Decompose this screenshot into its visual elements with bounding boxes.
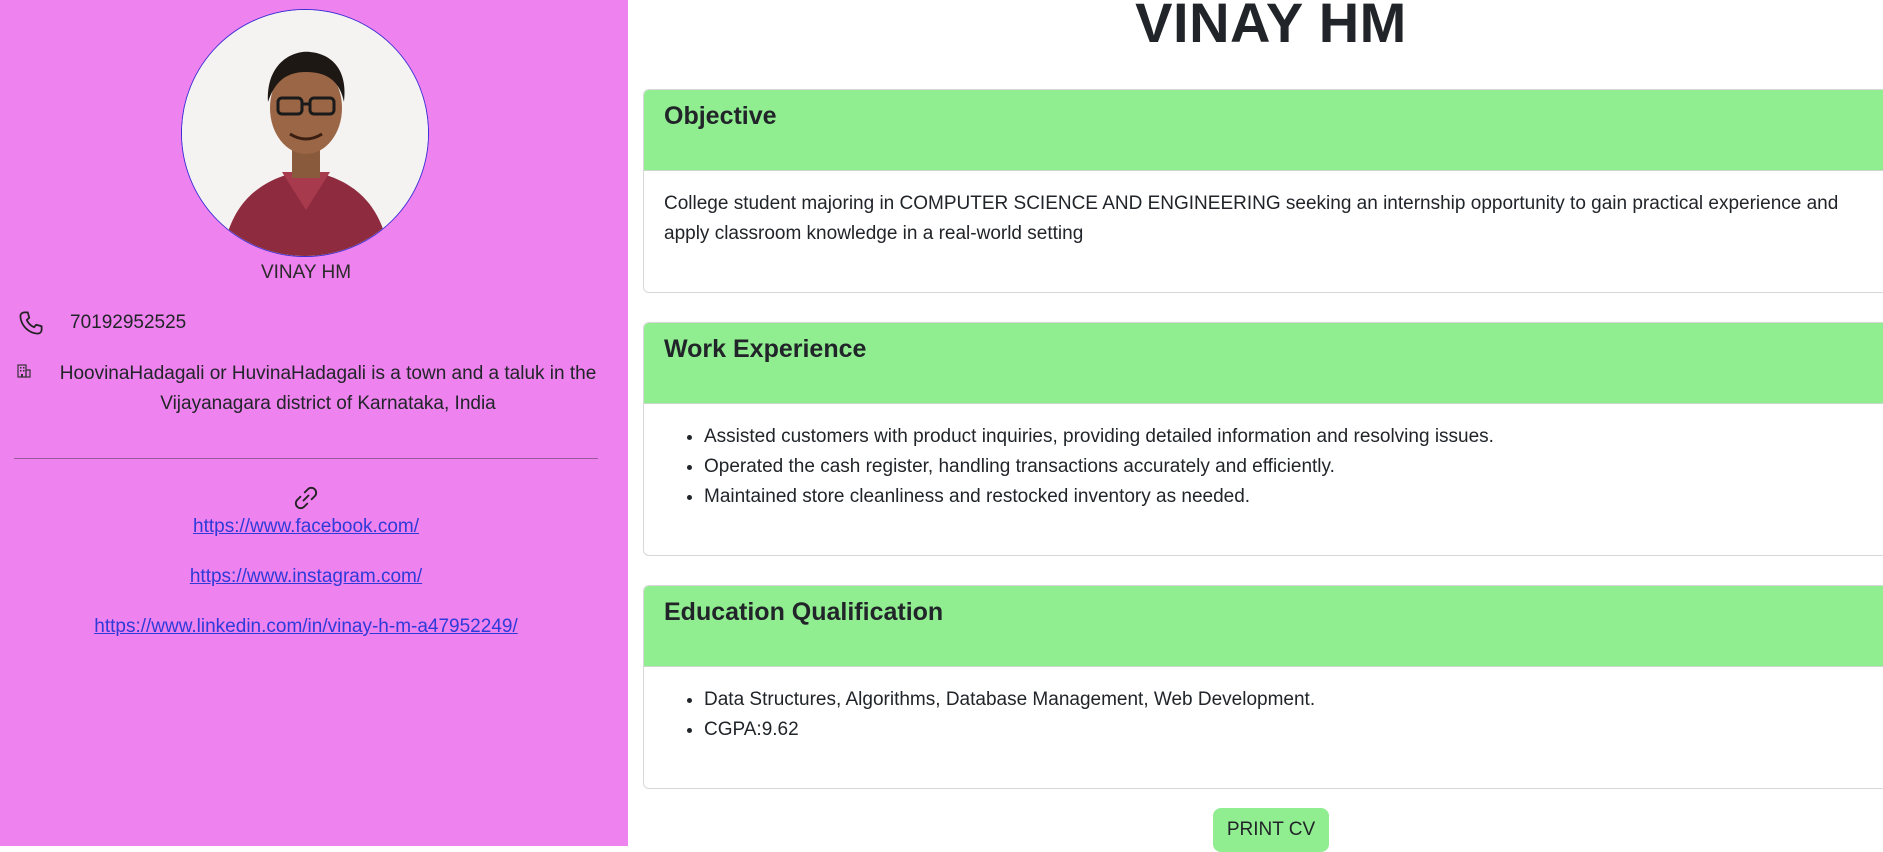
address-row: HoovinaHadagali or HuvinaHadagali is a t…: [0, 359, 612, 423]
list-item: Maintained store cleanliness and restock…: [704, 482, 1882, 512]
address-text: HoovinaHadagali or HuvinaHadagali is a t…: [59, 363, 597, 414]
profile-photo: [181, 9, 429, 257]
phone-icon: [16, 308, 46, 343]
link-icon: [291, 483, 321, 518]
education-body: Data Structures, Algorithms, Database Ma…: [644, 667, 1883, 763]
work-experience-card: Work Experience Assisted customers with …: [643, 322, 1883, 556]
building-icon: [16, 363, 32, 382]
objective-heading: Objective: [644, 90, 1883, 171]
page-title: VINAY HM: [1135, 0, 1407, 54]
facebook-link[interactable]: https://www.facebook.com/: [0, 516, 612, 538]
objective-text: College student majoring in COMPUTER SCI…: [664, 193, 1839, 244]
sidebar-name: VINAY HM: [260, 262, 352, 283]
work-experience-heading: Work Experience: [644, 323, 1883, 404]
instagram-link[interactable]: https://www.instagram.com/: [0, 566, 612, 588]
sidebar-divider: [14, 458, 598, 459]
list-item: Assisted customers with product inquirie…: [704, 422, 1882, 452]
education-heading: Education Qualification: [644, 586, 1883, 667]
objective-card: Objective College student majoring in CO…: [643, 89, 1883, 293]
education-list: Data Structures, Algorithms, Database Ma…: [664, 685, 1882, 745]
work-experience-body: Assisted customers with product inquirie…: [644, 404, 1883, 530]
list-item: Data Structures, Algorithms, Database Ma…: [704, 685, 1882, 715]
list-item: Operated the cash register, handling tra…: [704, 452, 1882, 482]
print-cv-button[interactable]: PRINT CV: [1213, 808, 1329, 852]
list-item: CGPA:9.62: [704, 715, 1882, 745]
work-experience-list: Assisted customers with product inquirie…: [664, 422, 1882, 512]
education-card: Education Qualification Data Structures,…: [643, 585, 1883, 789]
sidebar: VINAY HM 70192952525 HoovinaHadagali or …: [0, 0, 628, 846]
phone-number: 70192952525: [70, 312, 187, 333]
linkedin-link[interactable]: https://www.linkedin.com/in/vinay-h-m-a4…: [0, 616, 612, 638]
phone-row: 70192952525: [0, 308, 612, 340]
